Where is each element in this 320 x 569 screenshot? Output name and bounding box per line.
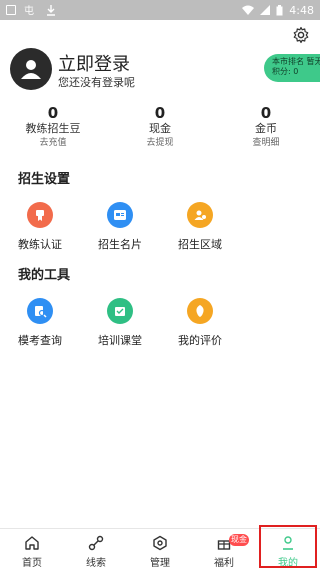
stat-label: 教练招生豆 [25,122,81,135]
grid-item-label: 教练认证 [18,238,62,251]
rank-value: 暂无 [306,57,320,66]
notification-box-icon [6,5,16,15]
rating-icon [187,298,213,324]
grid-item-label: 我的评价 [178,334,222,347]
grid-item-coach-certification[interactable]: 教练认证 [0,202,80,252]
tab-label: 线索 [86,558,106,569]
grid-item-label: 培训课堂 [98,334,142,347]
tab-label: 福利 [214,558,234,569]
user-avatar-icon [21,60,41,79]
stat-beans[interactable]: 0 教练招生豆 去充值 [3,104,103,149]
manage-icon [153,535,167,551]
grid-item-label: 模考查询 [18,334,62,347]
status-time: 4:48 [289,3,314,17]
wifi-icon [242,5,255,15]
home-icon [25,536,39,550]
rank-badge[interactable]: 本市排名 暂无 积分: 0 [264,54,320,82]
tab-home[interactable]: 首页 [0,529,64,569]
tab-clues[interactable]: 线索 [64,529,128,569]
area-icon [187,202,213,228]
svg-text:屯: 屯 [24,4,34,16]
status-bar: 屯 4:48 [0,0,320,20]
battery-icon [276,4,283,15]
stat-action[interactable]: 去充值 [3,137,103,149]
profile-header[interactable]: 立即登录 您还没有登录呢 本市排名 暂无 积分: 0 [10,48,320,92]
login-subtitle: 您还没有登录呢 [58,76,135,89]
section-title-tools: 我的工具 [18,268,71,283]
stat-value: 0 [260,104,272,122]
grid-item-my-rating[interactable]: 我的评价 [160,298,240,348]
gear-icon[interactable] [292,26,310,44]
classroom-icon [107,298,133,324]
rank-label: 本市排名 [272,57,304,66]
stat-label: 金币 [255,122,277,135]
points-label: 积分 [272,67,288,76]
grid-item-recruit-area[interactable]: 招生区域 [160,202,240,252]
clue-icon [88,535,104,551]
stat-label: 现金 [149,122,171,135]
stat-value: 0 [154,104,166,122]
grid-item-recruit-card[interactable]: 招生名片 [80,202,160,252]
stat-coins[interactable]: 0 金币 查明细 [216,104,316,149]
points-value: 0 [293,67,299,76]
tab-manage[interactable]: 管理 [128,529,192,569]
tab-badge: 现金 [229,534,249,546]
login-title[interactable]: 立即登录 [58,50,130,76]
stat-cash[interactable]: 0 现金 去提现 [110,104,210,149]
signal-icon [260,5,271,15]
exam-search-icon [27,298,53,324]
stat-action[interactable]: 查明细 [216,137,316,149]
tab-label: 管理 [150,558,170,569]
grid-item-mock-exam-query[interactable]: 模考查询 [0,298,80,348]
download-icon [47,5,55,16]
grid-item-label: 招生名片 [98,238,142,251]
stat-action[interactable]: 去提现 [110,137,210,149]
tab-label: 首页 [22,558,42,569]
certificate-icon [27,202,53,228]
stats-row: 0 教练招生豆 去充值 0 现金 去提现 0 金币 查明细 [0,104,320,150]
wechat-icon: 屯 [24,4,34,16]
section-title-recruit: 招生设置 [18,172,71,187]
stat-value: 0 [47,104,59,122]
tab-highlight-box [259,525,317,568]
avatar[interactable] [10,48,52,90]
card-icon [107,202,133,228]
grid-item-training-classroom[interactable]: 培训课堂 [80,298,160,348]
grid-item-label: 招生区域 [178,238,222,251]
